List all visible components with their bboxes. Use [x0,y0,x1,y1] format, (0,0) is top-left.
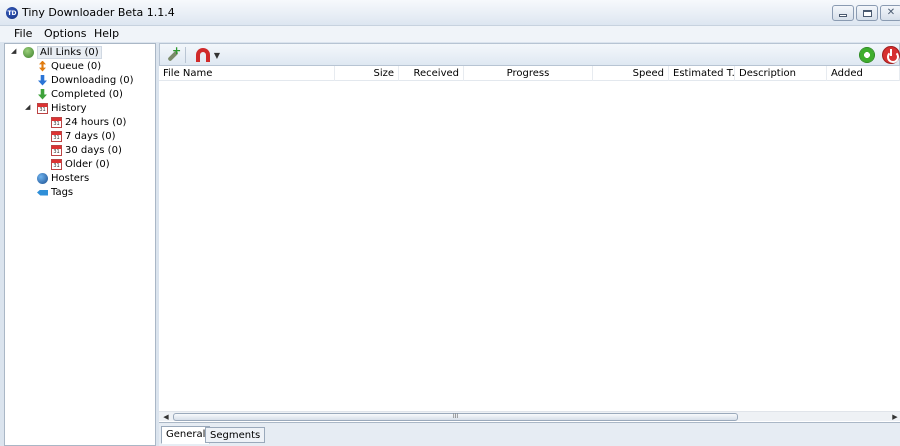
column-speed[interactable]: Speed [593,66,669,81]
column-size[interactable]: Size [335,66,399,81]
downloads-pane: ▼ File Name Size Received Progress Speed… [159,43,900,446]
app-icon: TD [6,7,18,19]
column-received[interactable]: Received [399,66,464,81]
table-header: File Name Size Received Progress Speed E… [159,66,900,81]
column-progress[interactable]: Progress [464,66,593,81]
close-button[interactable]: ✕ [880,5,900,21]
column-estimated-time[interactable]: Estimated T... [669,66,735,81]
collapse-history-icon[interactable]: ◢ [25,103,30,111]
tree-item-label: Tags [51,186,74,198]
tree-item-30-days[interactable]: 30 days (0) [51,143,122,157]
tree-item-label: Downloading (0) [51,74,134,86]
all-links-icon [23,46,34,58]
detail-tabs: General Segments [159,422,900,446]
calendar-icon [51,158,62,170]
tree-item-label: 24 hours (0) [65,116,127,128]
toolbar: ▼ [159,43,900,66]
tree-item-7-days[interactable]: 7 days (0) [51,129,116,143]
tree-item-completed[interactable]: Completed (0) [37,87,123,101]
tree-item-label: Hosters [51,172,90,184]
globe-icon [37,172,48,184]
chevron-down-icon[interactable]: ▼ [214,51,220,60]
tree-item-all-links[interactable]: All Links (0) [23,45,102,59]
tree-item-label: 30 days (0) [65,144,122,156]
tree-item-history[interactable]: History [37,101,87,115]
tree-item-24-hours[interactable]: 24 hours (0) [51,115,126,129]
power-button[interactable] [881,46,900,64]
tab-general[interactable]: General [161,426,211,444]
menu-help[interactable]: Help [94,27,119,40]
tree-item-hosters[interactable]: Hosters [37,171,89,185]
category-tree: ◢ All Links (0) Queue (0) Downloading (0… [4,43,156,446]
calendar-icon [51,130,62,142]
magnet-icon [195,48,210,62]
horizontal-scrollbar[interactable]: ◀ III ▶ [159,411,900,421]
title-bar: TD Tiny Downloader Beta 1.1.4 ✕ [0,0,900,26]
tree-item-label: Completed (0) [51,88,123,100]
tree-item-label: Queue (0) [51,60,102,72]
tab-segments[interactable]: Segments [205,427,266,443]
completed-icon [37,89,48,100]
downloading-icon [37,75,48,86]
maximize-icon [862,9,872,17]
queue-icon [37,61,48,72]
tree-item-label: 7 days (0) [65,130,116,142]
calendar-icon [51,144,62,156]
power-icon [882,46,900,64]
tag-icon [37,187,48,198]
tree-item-label: Older (0) [65,158,110,170]
tree-item-tags[interactable]: Tags [37,185,73,199]
scrollbar-thumb[interactable]: III [173,413,738,421]
maximize-button[interactable] [856,5,878,21]
calendar-icon [37,102,48,114]
app-icon-text: TD [7,9,17,17]
menu-file[interactable]: File [14,27,32,40]
column-added[interactable]: Added [827,66,900,81]
tree-item-downloading[interactable]: Downloading (0) [37,73,134,87]
tree-item-label: History [51,102,87,114]
column-file-name[interactable]: File Name [159,66,335,81]
tree-item-label: All Links (0) [37,45,102,59]
collapse-all-links-icon[interactable]: ◢ [11,47,16,55]
menu-options[interactable]: Options [44,27,86,40]
settings-button[interactable] [858,46,876,64]
minimize-icon [839,13,847,17]
window-title: Tiny Downloader Beta 1.1.4 [22,6,175,19]
magnet-button[interactable]: ▼ [190,46,226,64]
scroll-right-icon[interactable]: ▶ [890,412,900,422]
gear-icon [859,47,875,63]
add-link-button[interactable] [164,44,182,64]
toolbar-separator [185,47,186,63]
tree-item-older[interactable]: Older (0) [51,157,110,171]
menu-bar: File Options Help [0,26,900,42]
add-link-icon [165,44,181,63]
scroll-left-icon[interactable]: ◀ [161,412,171,422]
tree-item-queue[interactable]: Queue (0) [37,59,101,73]
column-description[interactable]: Description [735,66,827,81]
calendar-icon [51,116,62,128]
minimize-button[interactable] [832,5,854,21]
close-icon: ✕ [886,7,896,18]
